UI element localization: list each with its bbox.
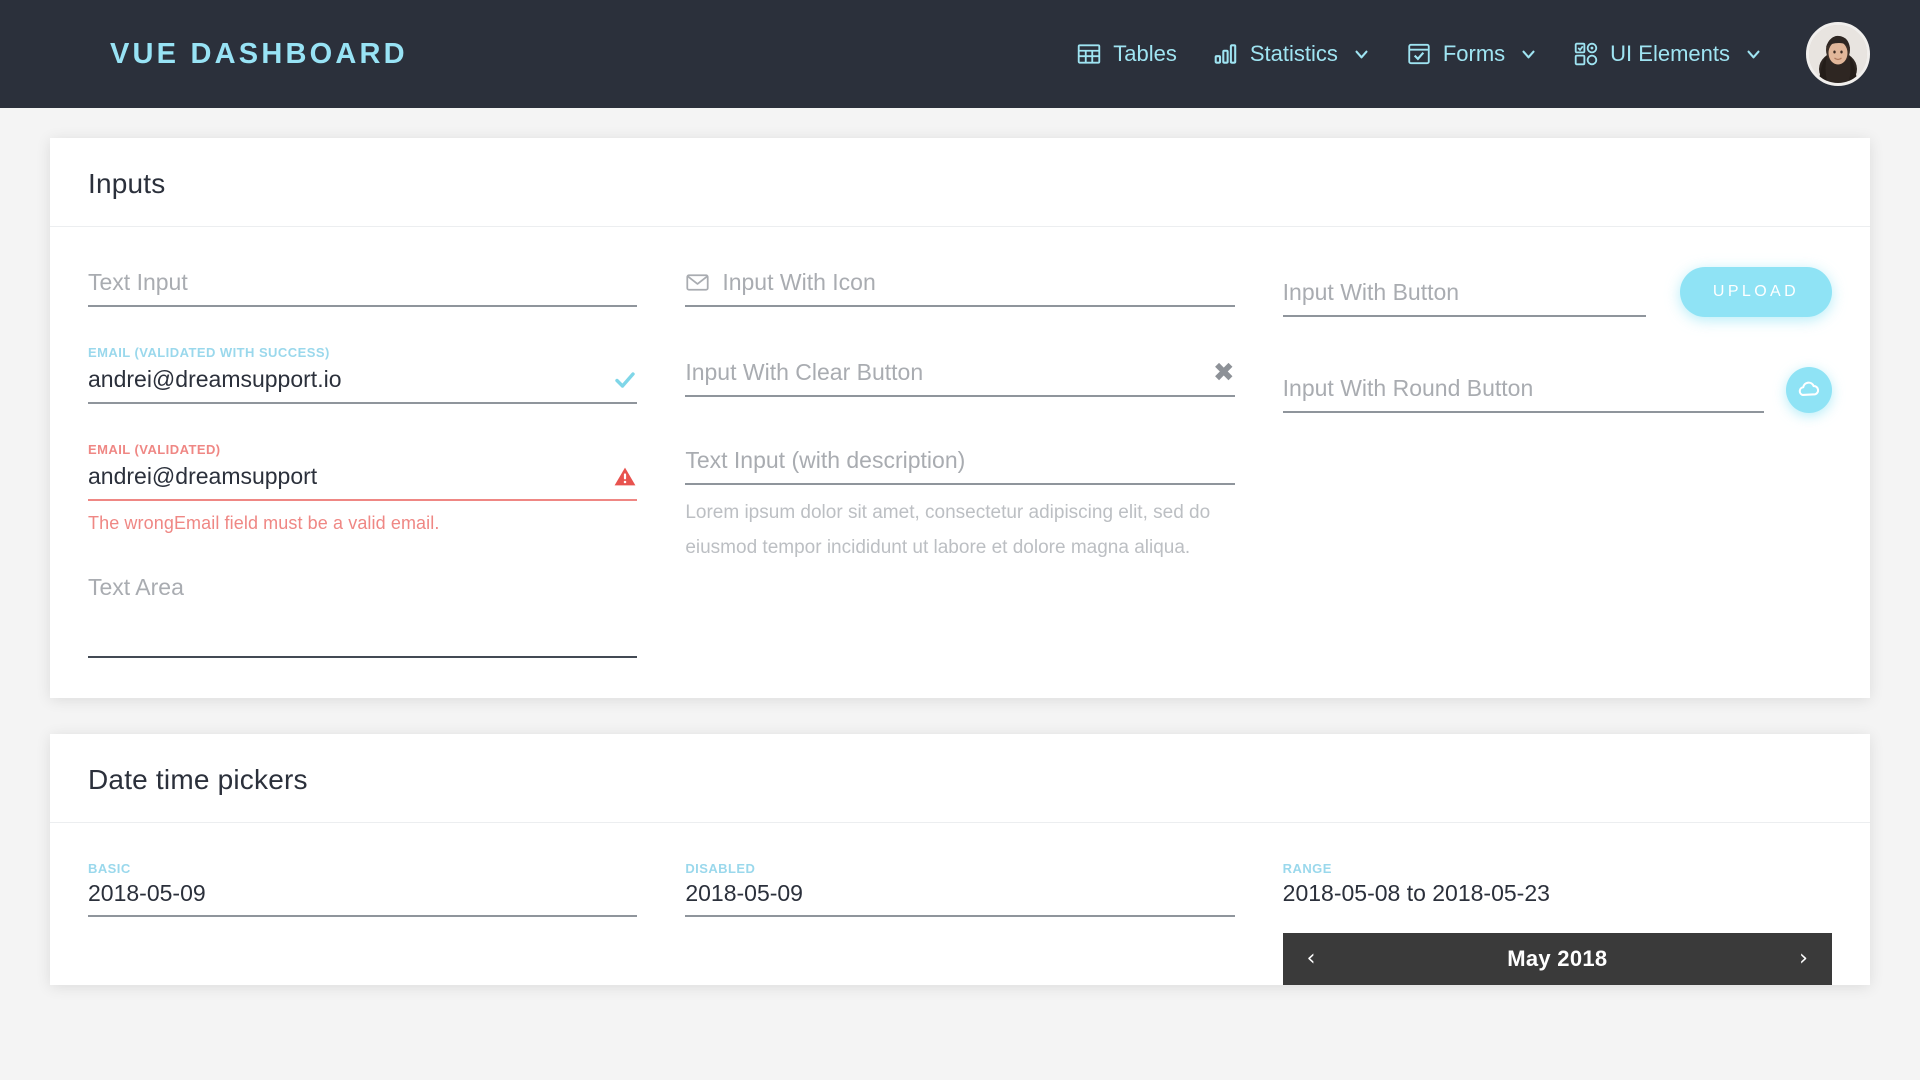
page-title: Inputs	[88, 168, 166, 199]
table-icon	[1076, 41, 1102, 67]
datetime-card-title: Date time pickers	[88, 764, 308, 795]
upload-button[interactable]: UPLOAD	[1679, 267, 1832, 317]
nav-item-label: UI Elements	[1610, 41, 1730, 66]
inputs-card: Inputs Text Input EMAIL (VALIDATED WITH …	[50, 138, 1870, 698]
input-with-button-row: Input With Button UPLOAD	[1282, 267, 1832, 317]
datetime-card: Date time pickers BASIC 2018-05-09 DISAB…	[50, 734, 1870, 985]
input-with-description-group: Text Input (with description) Lorem ipsu…	[685, 445, 1235, 565]
datetime-card-body: BASIC 2018-05-09 DISABLED 2018-05-09 RAN…	[50, 823, 1870, 985]
cloud-upload-button[interactable]	[1785, 367, 1832, 413]
text-input-group: Text Input	[88, 267, 638, 307]
input-with-icon-group: Input With Icon	[685, 267, 1235, 307]
input-with-clear-field[interactable]: Input With Clear Button ✖	[685, 357, 1235, 397]
nav-item-tables[interactable]: Tables	[1058, 31, 1195, 77]
datepicker-basic-group: BASIC 2018-05-09	[88, 861, 638, 985]
bar-chart-icon	[1213, 41, 1239, 67]
avatar[interactable]	[1806, 22, 1870, 86]
inputs-column-3: Input With Button UPLOAD Input With Roun…	[1282, 267, 1832, 658]
email-success-field[interactable]: andrei@dreamsupport.io	[88, 364, 638, 404]
page-content: Inputs Text Input EMAIL (VALIDATED WITH …	[0, 138, 1920, 985]
chevron-down-icon	[1745, 46, 1762, 63]
email-error-group: EMAIL (VALIDATED) andrei@dreamsupport Th…	[88, 442, 638, 534]
nav-item-forms[interactable]: Forms	[1388, 31, 1555, 77]
input-with-round-button-placeholder: Input With Round Button	[1282, 375, 1534, 401]
calendar-header: ‹ May 2018 ›	[1282, 933, 1832, 985]
nav-item-ui-elements[interactable]: UI Elements	[1555, 31, 1780, 77]
nav-menu: Tables Statistics Forms UI Elements	[1058, 22, 1870, 86]
text-input-placeholder: Text Input	[88, 269, 188, 295]
input-with-clear-placeholder: Input With Clear Button	[685, 359, 924, 385]
datetime-card-header: Date time pickers	[50, 734, 1870, 823]
calendar-next-arrow[interactable]: ›	[1793, 948, 1814, 970]
datepicker-range-value[interactable]: 2018-05-08 to 2018-05-23	[1283, 880, 1832, 911]
nav-item-statistics[interactable]: Statistics	[1195, 31, 1388, 77]
check-icon	[613, 368, 637, 392]
text-area-placeholder: Text Area	[88, 574, 184, 600]
input-with-icon-field[interactable]: Input With Icon	[685, 267, 1235, 307]
text-area-field[interactable]: Text Area	[88, 572, 638, 658]
inputs-card-header: Inputs	[50, 138, 1870, 227]
cloud-upload-icon	[1796, 376, 1822, 405]
inputs-column-1: Text Input EMAIL (VALIDATED WITH SUCCESS…	[88, 267, 638, 658]
inputs-row: Text Input EMAIL (VALIDATED WITH SUCCESS…	[88, 267, 1832, 658]
calendar-prev-arrow[interactable]: ‹	[1301, 948, 1322, 970]
datepicker-range-label: RANGE	[1282, 861, 1332, 876]
inputs-card-body: Text Input EMAIL (VALIDATED WITH SUCCESS…	[50, 227, 1870, 698]
datepicker-disabled-label: DISABLED	[685, 861, 756, 876]
form-check-icon	[1406, 41, 1432, 67]
datepicker-disabled-value: 2018-05-09	[685, 880, 1235, 917]
datepicker-basic-value[interactable]: 2018-05-09	[88, 880, 638, 917]
input-description-text: Lorem ipsum dolor sit amet, consectetur …	[685, 502, 1211, 558]
email-success-group: EMAIL (VALIDATED WITH SUCCESS) andrei@dr…	[88, 345, 638, 404]
nav-item-label: Tables	[1113, 41, 1177, 66]
email-success-label: EMAIL (VALIDATED WITH SUCCESS)	[88, 345, 330, 360]
top-navbar: VUE DASHBOARD Tables Statistics Forms UI…	[0, 0, 1920, 108]
chevron-down-icon	[1520, 46, 1537, 63]
datepicker-disabled-group: DISABLED 2018-05-09	[685, 861, 1235, 985]
email-error-label: EMAIL (VALIDATED)	[88, 442, 221, 457]
input-with-button-group: Input With Button UPLOAD	[1282, 267, 1832, 317]
calendar-month-label: May 2018	[1507, 946, 1608, 971]
text-input-field[interactable]: Text Input	[88, 267, 638, 307]
ui-grid-icon	[1573, 41, 1599, 67]
input-with-round-button-group: Input With Round Button	[1282, 367, 1832, 413]
inputs-column-2: Input With Icon Input With Clear Button …	[685, 267, 1235, 658]
email-success-value: andrei@dreamsupport.io	[88, 366, 342, 392]
datetime-row: BASIC 2018-05-09 DISABLED 2018-05-09 RAN…	[88, 861, 1832, 985]
input-with-button-field[interactable]: Input With Button	[1282, 277, 1646, 317]
clear-x-icon[interactable]: ✖	[1213, 360, 1235, 386]
input-with-icon-placeholder: Input With Icon	[722, 269, 876, 295]
warning-triangle-icon	[613, 465, 637, 489]
datepicker-basic-label: BASIC	[88, 861, 131, 876]
nav-item-label: Statistics	[1249, 41, 1338, 66]
input-with-description-placeholder: Text Input (with description)	[685, 447, 966, 473]
input-with-clear-group: Input With Clear Button ✖	[685, 357, 1235, 397]
brand-logo[interactable]: VUE DASHBOARD	[110, 38, 408, 71]
input-with-round-button-row: Input With Round Button	[1282, 367, 1832, 413]
text-area-group: Text Area	[88, 572, 638, 658]
datepicker-range-group: RANGE 2018-05-08 to 2018-05-23 ‹ May 201…	[1282, 861, 1832, 985]
nav-item-label: Forms	[1442, 41, 1506, 66]
input-with-button-placeholder: Input With Button	[1282, 279, 1460, 305]
envelope-icon	[685, 270, 710, 295]
input-with-description-field[interactable]: Text Input (with description)	[685, 445, 1235, 485]
email-error-value: andrei@dreamsupport	[88, 463, 318, 489]
chevron-down-icon	[1353, 46, 1370, 63]
input-with-round-button-field[interactable]: Input With Round Button	[1282, 373, 1764, 413]
email-error-field[interactable]: andrei@dreamsupport	[88, 461, 638, 501]
email-error-message: The wrongEmail field must be a valid ema…	[88, 513, 440, 533]
